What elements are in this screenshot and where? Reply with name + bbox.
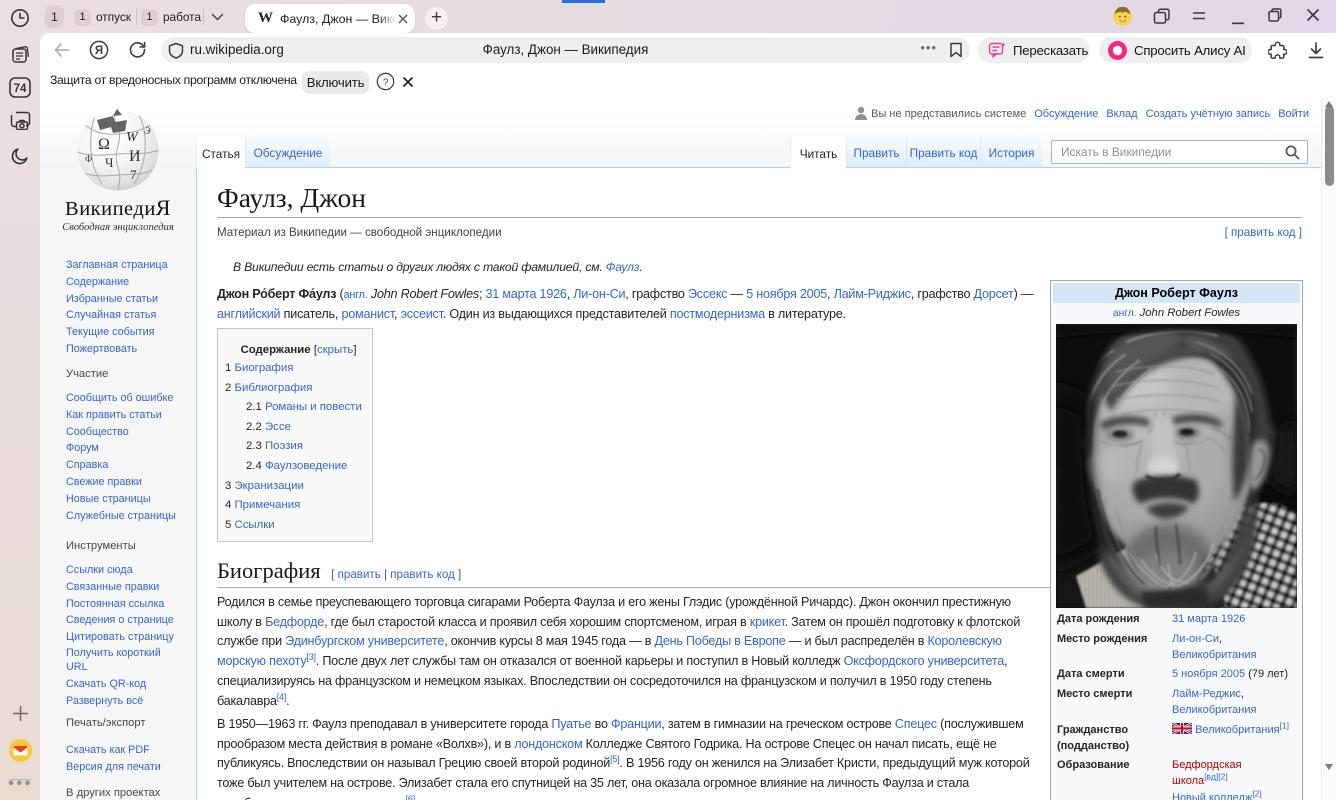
svg-text:Я: Я: [95, 45, 103, 57]
svg-text:W: W: [126, 130, 139, 145]
svg-text:7: 7: [130, 167, 137, 182]
svg-text:74: 74: [14, 83, 27, 95]
svg-text:И: И: [129, 148, 141, 165]
svg-text:Ч: Ч: [105, 155, 114, 170]
svg-text:?: ?: [383, 78, 389, 89]
svg-text:Ф: Ф: [85, 154, 92, 164]
svg-text:Ω: Ω: [98, 136, 110, 153]
